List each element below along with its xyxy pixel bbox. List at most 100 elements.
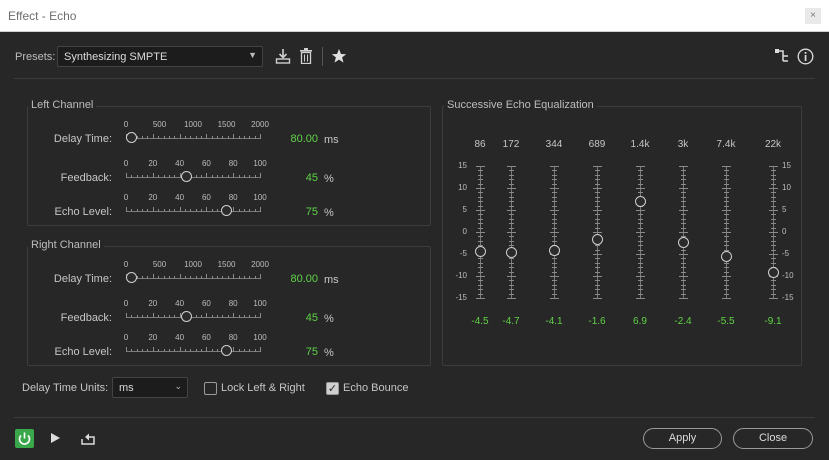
feedback-value[interactable]: 45 xyxy=(278,172,318,184)
eq-tick-mark xyxy=(638,218,643,220)
eq-band-value[interactable]: -9.1 xyxy=(755,316,791,327)
echo-level-slider-knob[interactable] xyxy=(221,345,232,356)
eq-band-value[interactable]: 6.9 xyxy=(622,316,658,327)
eq-tick-mark xyxy=(724,289,729,291)
slider-tick-mark xyxy=(174,315,176,318)
window-close-button[interactable]: × xyxy=(805,8,821,24)
eq-tick-mark xyxy=(681,280,686,282)
feedback-slider-knob[interactable] xyxy=(180,311,192,322)
loop-icon[interactable] xyxy=(80,430,97,446)
eq-tick-mark xyxy=(509,280,514,282)
eq-band-knob[interactable] xyxy=(721,250,732,262)
delay-time-value[interactable]: 80.00 xyxy=(278,273,318,285)
favorite-star-icon[interactable] xyxy=(331,48,347,64)
eq-tick-mark xyxy=(724,183,729,185)
eq-tick-mark xyxy=(771,245,776,247)
apply-button[interactable]: Apply xyxy=(643,428,722,449)
delay-time-slider-knob[interactable] xyxy=(125,132,137,143)
echo-bounce-label: Echo Bounce xyxy=(343,382,409,394)
eq-tick-mark xyxy=(595,249,600,251)
delay-units-dropdown[interactable]: ms ⌄ xyxy=(112,377,188,398)
echo-level-slider-track[interactable] xyxy=(126,211,260,212)
slider-tick-mark xyxy=(201,315,203,318)
eq-band-value[interactable]: -1.6 xyxy=(579,316,615,327)
feedback-value[interactable]: 45 xyxy=(278,312,318,324)
eq-tick-mark xyxy=(722,298,731,299)
eq-tick-mark xyxy=(595,227,600,229)
eq-tick-mark xyxy=(724,196,729,198)
echo-bounce-checkbox[interactable]: ✓ xyxy=(326,382,339,395)
eq-tick-mark xyxy=(681,227,686,229)
eq-tick-mark xyxy=(552,258,557,260)
close-button[interactable]: Close xyxy=(733,428,813,449)
echo-level-value[interactable]: 75 xyxy=(278,346,318,358)
slider-tick-mark xyxy=(142,209,144,212)
echo-level-value[interactable]: 75 xyxy=(278,206,318,218)
eq-tick-mark xyxy=(552,267,557,269)
eq-tick-mark xyxy=(595,267,600,269)
eq-tick-mark xyxy=(552,289,557,291)
delay-time-slider-track[interactable] xyxy=(126,138,260,139)
eq-tick-mark xyxy=(724,262,729,264)
eq-tick-mark xyxy=(681,214,686,216)
delay-time-value[interactable]: 80.00 xyxy=(278,133,318,145)
slider-tick-mark xyxy=(227,136,229,139)
eq-band-value[interactable]: -2.4 xyxy=(665,316,701,327)
eq-tick-mark xyxy=(681,183,686,185)
slider-tick-mark xyxy=(217,349,219,352)
eq-tick-mark xyxy=(595,245,600,247)
feedback-slider-knob[interactable] xyxy=(180,171,192,182)
delay-time-tick-label: 1000 xyxy=(184,120,202,129)
slider-tick-mark xyxy=(238,136,240,139)
eq-band-value[interactable]: -5.5 xyxy=(708,316,744,327)
delay-time-slider-track[interactable] xyxy=(126,278,260,279)
save-preset-icon[interactable] xyxy=(275,48,291,64)
eq-tick-mark xyxy=(638,170,643,172)
power-toggle-icon[interactable] xyxy=(15,429,34,448)
slider-tick-mark xyxy=(168,349,170,352)
eq-tick-mark xyxy=(724,201,729,203)
slider-tick-mark xyxy=(136,136,138,139)
eq-band-knob[interactable] xyxy=(592,233,603,245)
feedback-slider-track[interactable] xyxy=(126,177,260,178)
eq-scale-right-label: 15 xyxy=(782,161,791,170)
eq-tick-mark xyxy=(552,214,557,216)
eq-tick-mark xyxy=(595,214,600,216)
echo-level-slider-track[interactable] xyxy=(126,351,260,352)
eq-tick-mark xyxy=(769,188,778,189)
slider-tick-mark xyxy=(136,349,138,352)
eq-tick-mark xyxy=(681,192,686,194)
delay-time-unit: ms xyxy=(324,134,339,146)
eq-tick-mark xyxy=(595,258,600,260)
eq-band-value[interactable]: -4.1 xyxy=(536,316,572,327)
info-icon[interactable] xyxy=(797,48,814,65)
eq-tick-mark xyxy=(638,236,643,238)
eq-band-knob[interactable] xyxy=(768,266,779,278)
slider-tick-mark xyxy=(249,276,251,279)
slider-tick-mark xyxy=(260,207,261,212)
lock-left-right-checkbox[interactable] xyxy=(204,382,217,395)
eq-tick-mark xyxy=(476,188,485,189)
delay-time-slider-knob[interactable] xyxy=(125,272,137,283)
echo-level-slider-knob[interactable] xyxy=(221,205,232,216)
eq-band-frequency: 344 xyxy=(545,139,563,150)
eq-band-knob[interactable] xyxy=(549,244,560,256)
eq-tick-mark xyxy=(679,276,688,277)
slider-tick-mark xyxy=(163,349,165,352)
routing-icon[interactable] xyxy=(775,49,789,63)
eq-tick-mark xyxy=(509,223,514,225)
eq-band-value[interactable]: -4.7 xyxy=(493,316,529,327)
eq-tick-mark xyxy=(724,214,729,216)
eq-band-knob[interactable] xyxy=(678,237,689,249)
eq-tick-mark xyxy=(478,196,483,198)
eq-tick-mark xyxy=(595,196,600,198)
presets-dropdown[interactable]: Synthesizing SMPTE ▼ xyxy=(57,46,263,67)
delete-preset-icon[interactable] xyxy=(299,48,313,64)
left-channel-title: Left Channel xyxy=(28,99,97,111)
slider-tick-mark xyxy=(206,274,208,279)
slider-tick-mark xyxy=(222,136,224,139)
play-icon[interactable] xyxy=(48,430,62,446)
eq-tick-mark xyxy=(552,240,557,242)
eq-tick-mark xyxy=(550,276,559,277)
feedback-slider-track[interactable] xyxy=(126,317,260,318)
